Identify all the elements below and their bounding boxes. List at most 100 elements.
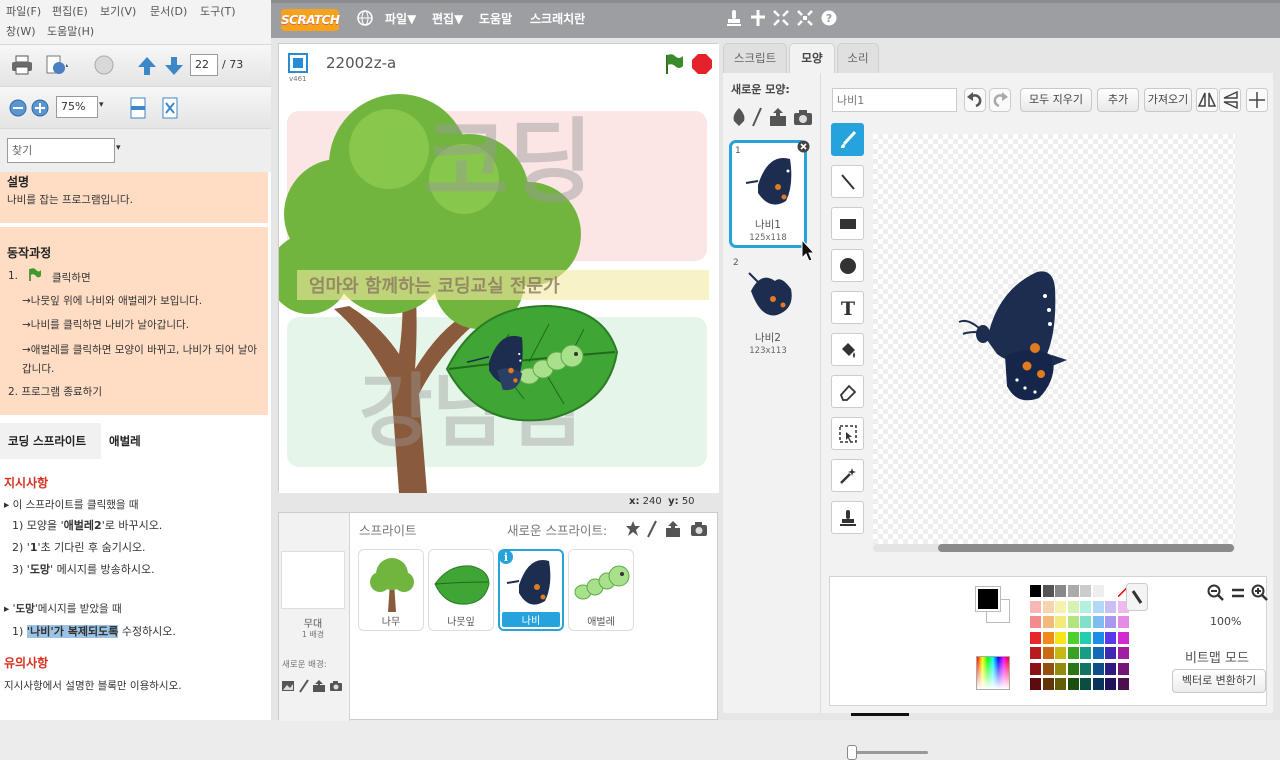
save-icon[interactable] <box>44 53 68 77</box>
rectangle-tool[interactable] <box>831 207 864 240</box>
color-swatch[interactable] <box>1042 647 1054 659</box>
color-swatch[interactable] <box>1067 678 1079 690</box>
color-swatch[interactable] <box>1080 631 1091 644</box>
info-icon[interactable]: i <box>498 549 514 565</box>
color-swatch[interactable] <box>1055 678 1066 690</box>
sprite-library-icon[interactable] <box>625 520 641 538</box>
menu-help[interactable]: 도움말 <box>479 10 512 27</box>
zoom-in-icon[interactable] <box>28 96 52 120</box>
ellipse-tool[interactable] <box>831 249 864 282</box>
eyedropper-icon[interactable] <box>1126 583 1148 611</box>
zoom-out-icon[interactable] <box>6 96 30 120</box>
print-icon[interactable] <box>10 53 34 77</box>
brush-size-handle[interactable] <box>847 745 857 760</box>
menu-edit[interactable]: 편집(E) <box>52 3 88 19</box>
color-swatch[interactable] <box>1092 600 1104 613</box>
undo-icon[interactable] <box>964 88 986 112</box>
stamp-icon[interactable] <box>726 9 742 27</box>
color-swatch[interactable] <box>1042 631 1054 644</box>
color-swatch[interactable] <box>1067 600 1079 613</box>
costume-library-icon[interactable] <box>730 107 748 127</box>
help-icon[interactable]: ? <box>821 10 837 26</box>
color-swatch[interactable] <box>1030 678 1041 690</box>
primary-color-swatch[interactable] <box>975 586 1001 612</box>
hand-icon[interactable] <box>92 53 116 77</box>
color-swatch[interactable] <box>1105 662 1116 675</box>
grow-icon[interactable] <box>773 10 789 26</box>
tab-scripts[interactable]: 스크립트 <box>723 43 787 73</box>
sprite-paint-icon[interactable] <box>646 520 658 538</box>
canvas-scrollbar-thumb[interactable] <box>938 544 1234 552</box>
project-title[interactable]: 22002z-a <box>326 54 396 72</box>
color-swatch[interactable] <box>1055 616 1066 628</box>
stage-thumbnail[interactable] <box>281 551 345 609</box>
scratch-logo[interactable]: SCRATCH <box>281 9 340 31</box>
zoom-out-icon[interactable] <box>1207 584 1225 602</box>
backdrop-paint-icon[interactable] <box>298 679 310 693</box>
flip-vertical-icon[interactable] <box>1219 88 1241 112</box>
backdrop-upload-icon[interactable] <box>312 679 326 693</box>
stop-sign-icon[interactable] <box>691 53 713 75</box>
color-swatch[interactable] <box>1117 678 1129 690</box>
remove-background-tool[interactable] <box>831 459 864 492</box>
color-swatch[interactable] <box>1117 616 1129 628</box>
color-swatch[interactable] <box>1092 647 1104 659</box>
color-swatch[interactable] <box>1080 662 1091 675</box>
menu-about[interactable]: 스크래치란 <box>530 10 585 27</box>
color-swatch[interactable] <box>1092 662 1104 675</box>
color-swatch[interactable] <box>1030 585 1041 597</box>
color-swatch[interactable] <box>1042 678 1054 690</box>
text-tool[interactable]: T <box>831 291 864 324</box>
color-swatch[interactable] <box>1092 585 1104 597</box>
import-button[interactable]: 가져오기 <box>1144 88 1192 112</box>
tab-caterpillar[interactable]: 애벌레 <box>101 423 268 459</box>
sprite-camera-icon[interactable] <box>690 521 708 537</box>
color-swatch[interactable] <box>1030 647 1041 659</box>
green-flag-icon[interactable] <box>663 53 685 75</box>
sprite-upload-icon[interactable] <box>665 520 681 538</box>
color-swatch[interactable] <box>1030 662 1041 675</box>
color-swatch[interactable] <box>1067 585 1079 597</box>
color-swatch[interactable] <box>1080 678 1091 690</box>
fit-width-icon[interactable] <box>126 96 150 120</box>
flip-horizontal-icon[interactable] <box>1196 88 1218 112</box>
zoom-reset-icon[interactable] <box>1229 584 1247 602</box>
costume-paint-icon[interactable] <box>751 107 763 127</box>
color-swatch[interactable] <box>1092 678 1104 690</box>
sprite-tile-tree[interactable]: 나무 <box>358 549 424 631</box>
menu-edit[interactable]: 편집▼ <box>432 10 463 27</box>
eraser-tool[interactable] <box>831 375 864 408</box>
menu-view[interactable]: 보기(V) <box>100 3 136 19</box>
costume-camera-icon[interactable] <box>793 109 813 126</box>
line-tool[interactable] <box>831 165 864 198</box>
costume-upload-icon[interactable] <box>769 107 787 127</box>
color-swatch[interactable] <box>1055 631 1066 644</box>
color-swatch[interactable] <box>1042 616 1054 628</box>
tab-costumes[interactable]: 모양 <box>789 43 835 73</box>
backdrop-camera-icon[interactable] <box>329 680 343 692</box>
redo-icon[interactable] <box>989 88 1011 112</box>
color-swatch[interactable] <box>1092 631 1104 644</box>
color-swatch[interactable] <box>1055 647 1066 659</box>
color-swatch[interactable] <box>1067 631 1079 644</box>
color-swatch[interactable] <box>1080 647 1091 659</box>
color-swatch[interactable] <box>1042 585 1054 597</box>
menu-window[interactable]: 창(W) <box>6 23 36 39</box>
color-swatch[interactable] <box>1117 662 1129 675</box>
color-swatch[interactable] <box>1030 631 1041 644</box>
color-swatch[interactable] <box>1030 616 1041 628</box>
color-swatch[interactable] <box>1067 647 1079 659</box>
globe-icon[interactable] <box>357 10 373 26</box>
menu-file[interactable]: 파일(F) <box>6 3 41 19</box>
tab-sounds[interactable]: 소리 <box>837 43 879 73</box>
tab-coding-sprite[interactable]: 코딩 스프라이트 <box>0 423 95 459</box>
costume-name-input[interactable]: 나비1 <box>832 88 957 112</box>
menu-help[interactable]: 도움말(H) <box>47 23 94 39</box>
menu-file[interactable]: 파일▼ <box>385 10 416 27</box>
brush-tool[interactable] <box>831 123 864 156</box>
color-swatch[interactable] <box>1067 662 1079 675</box>
menu-tools[interactable]: 도구(T) <box>200 3 236 19</box>
costume-tile-1[interactable]: 1 나비1 125x118 <box>729 140 810 248</box>
color-swatch[interactable] <box>1105 616 1116 628</box>
color-swatch[interactable] <box>1105 585 1116 597</box>
